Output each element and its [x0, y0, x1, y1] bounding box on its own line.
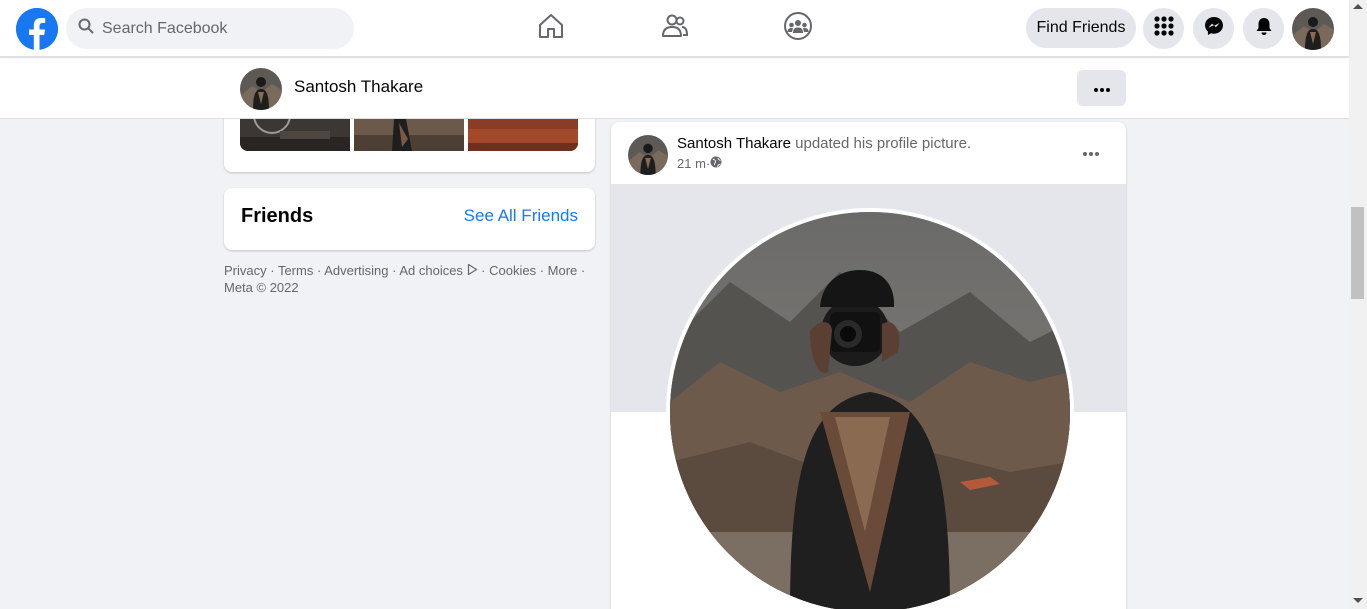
- footer-links: Privacy · Terms · Advertising · Ad choic…: [224, 262, 595, 296]
- footer-copyright: Meta © 2022: [224, 280, 299, 295]
- post-header: Santosh Thakare updated his profile pict…: [677, 135, 971, 152]
- footer-separator: ·: [577, 263, 586, 278]
- top-navbar: Find Friends: [0, 0, 1349, 57]
- menu-button[interactable]: [1143, 8, 1184, 49]
- profile-more-button[interactable]: [1077, 70, 1126, 106]
- scrollbar-thumb[interactable]: [1351, 207, 1364, 299]
- more-horizontal-icon: [1093, 79, 1110, 97]
- home-icon: [537, 12, 565, 45]
- profile-header-bar: Santosh Thakare: [0, 58, 1349, 119]
- footer-separator: ·: [266, 263, 278, 278]
- groups-icon: [783, 11, 813, 46]
- post-options-button[interactable]: [1073, 134, 1109, 170]
- photo-thumbnail[interactable]: [240, 119, 350, 151]
- find-friends-button[interactable]: Find Friends: [1026, 8, 1136, 48]
- profile-avatar[interactable]: [240, 68, 282, 110]
- friends-icon: [661, 12, 689, 45]
- messenger-icon: [1204, 16, 1224, 41]
- footer-link-ad-choices[interactable]: Ad choices: [399, 263, 463, 278]
- groups-nav-button[interactable]: [776, 8, 820, 48]
- search-icon: [78, 18, 94, 39]
- post-author-avatar[interactable]: [628, 135, 668, 175]
- more-horizontal-icon: [1083, 143, 1099, 161]
- post-profile-picture[interactable]: [666, 208, 1074, 609]
- home-nav-button[interactable]: [529, 8, 573, 48]
- account-avatar[interactable]: [1292, 8, 1334, 50]
- messenger-button[interactable]: [1193, 8, 1234, 49]
- footer-separator: ·: [313, 263, 325, 278]
- footer-link-terms[interactable]: Terms: [278, 263, 313, 278]
- scroll-up-arrow-icon[interactable]: [1353, 4, 1363, 9]
- see-all-friends-link[interactable]: See All Friends: [464, 206, 578, 226]
- profile-name[interactable]: Santosh Thakare: [294, 77, 423, 97]
- ad-choices-icon: [467, 263, 478, 278]
- search-input[interactable]: [102, 19, 332, 38]
- post-author-name[interactable]: Santosh Thakare: [677, 135, 791, 152]
- post-timestamp[interactable]: 21 m: [677, 156, 706, 171]
- search-box[interactable]: [66, 8, 354, 49]
- globe-icon[interactable]: [710, 156, 722, 171]
- footer-separator: ·: [477, 263, 490, 278]
- notifications-button[interactable]: [1243, 8, 1284, 49]
- friends-card: Friends See All Friends: [224, 188, 595, 250]
- notifications-icon: [1254, 16, 1274, 41]
- footer-link-advertising[interactable]: Advertising: [324, 263, 388, 278]
- post-meta: 21 m ·: [677, 156, 722, 171]
- facebook-logo-icon[interactable]: [16, 8, 58, 50]
- footer-link-privacy[interactable]: Privacy: [224, 263, 267, 278]
- footer-separator: ·: [388, 263, 400, 278]
- photo-thumbnail[interactable]: [468, 119, 578, 151]
- friends-nav-button[interactable]: [653, 8, 697, 48]
- footer-link-more[interactable]: More: [548, 263, 578, 278]
- page-scrollbar[interactable]: [1349, 0, 1367, 609]
- post-action-text: updated his profile picture.: [790, 135, 972, 152]
- post-card: Santosh Thakare updated his profile pict…: [611, 122, 1126, 609]
- scroll-down-arrow-icon[interactable]: [1353, 598, 1363, 603]
- friends-title[interactable]: Friends: [241, 205, 313, 228]
- footer-separator: ·: [536, 263, 548, 278]
- menu-grid-icon: [1153, 16, 1174, 41]
- footer-link-cookies[interactable]: Cookies: [489, 263, 536, 278]
- photo-thumbnail[interactable]: [354, 119, 464, 151]
